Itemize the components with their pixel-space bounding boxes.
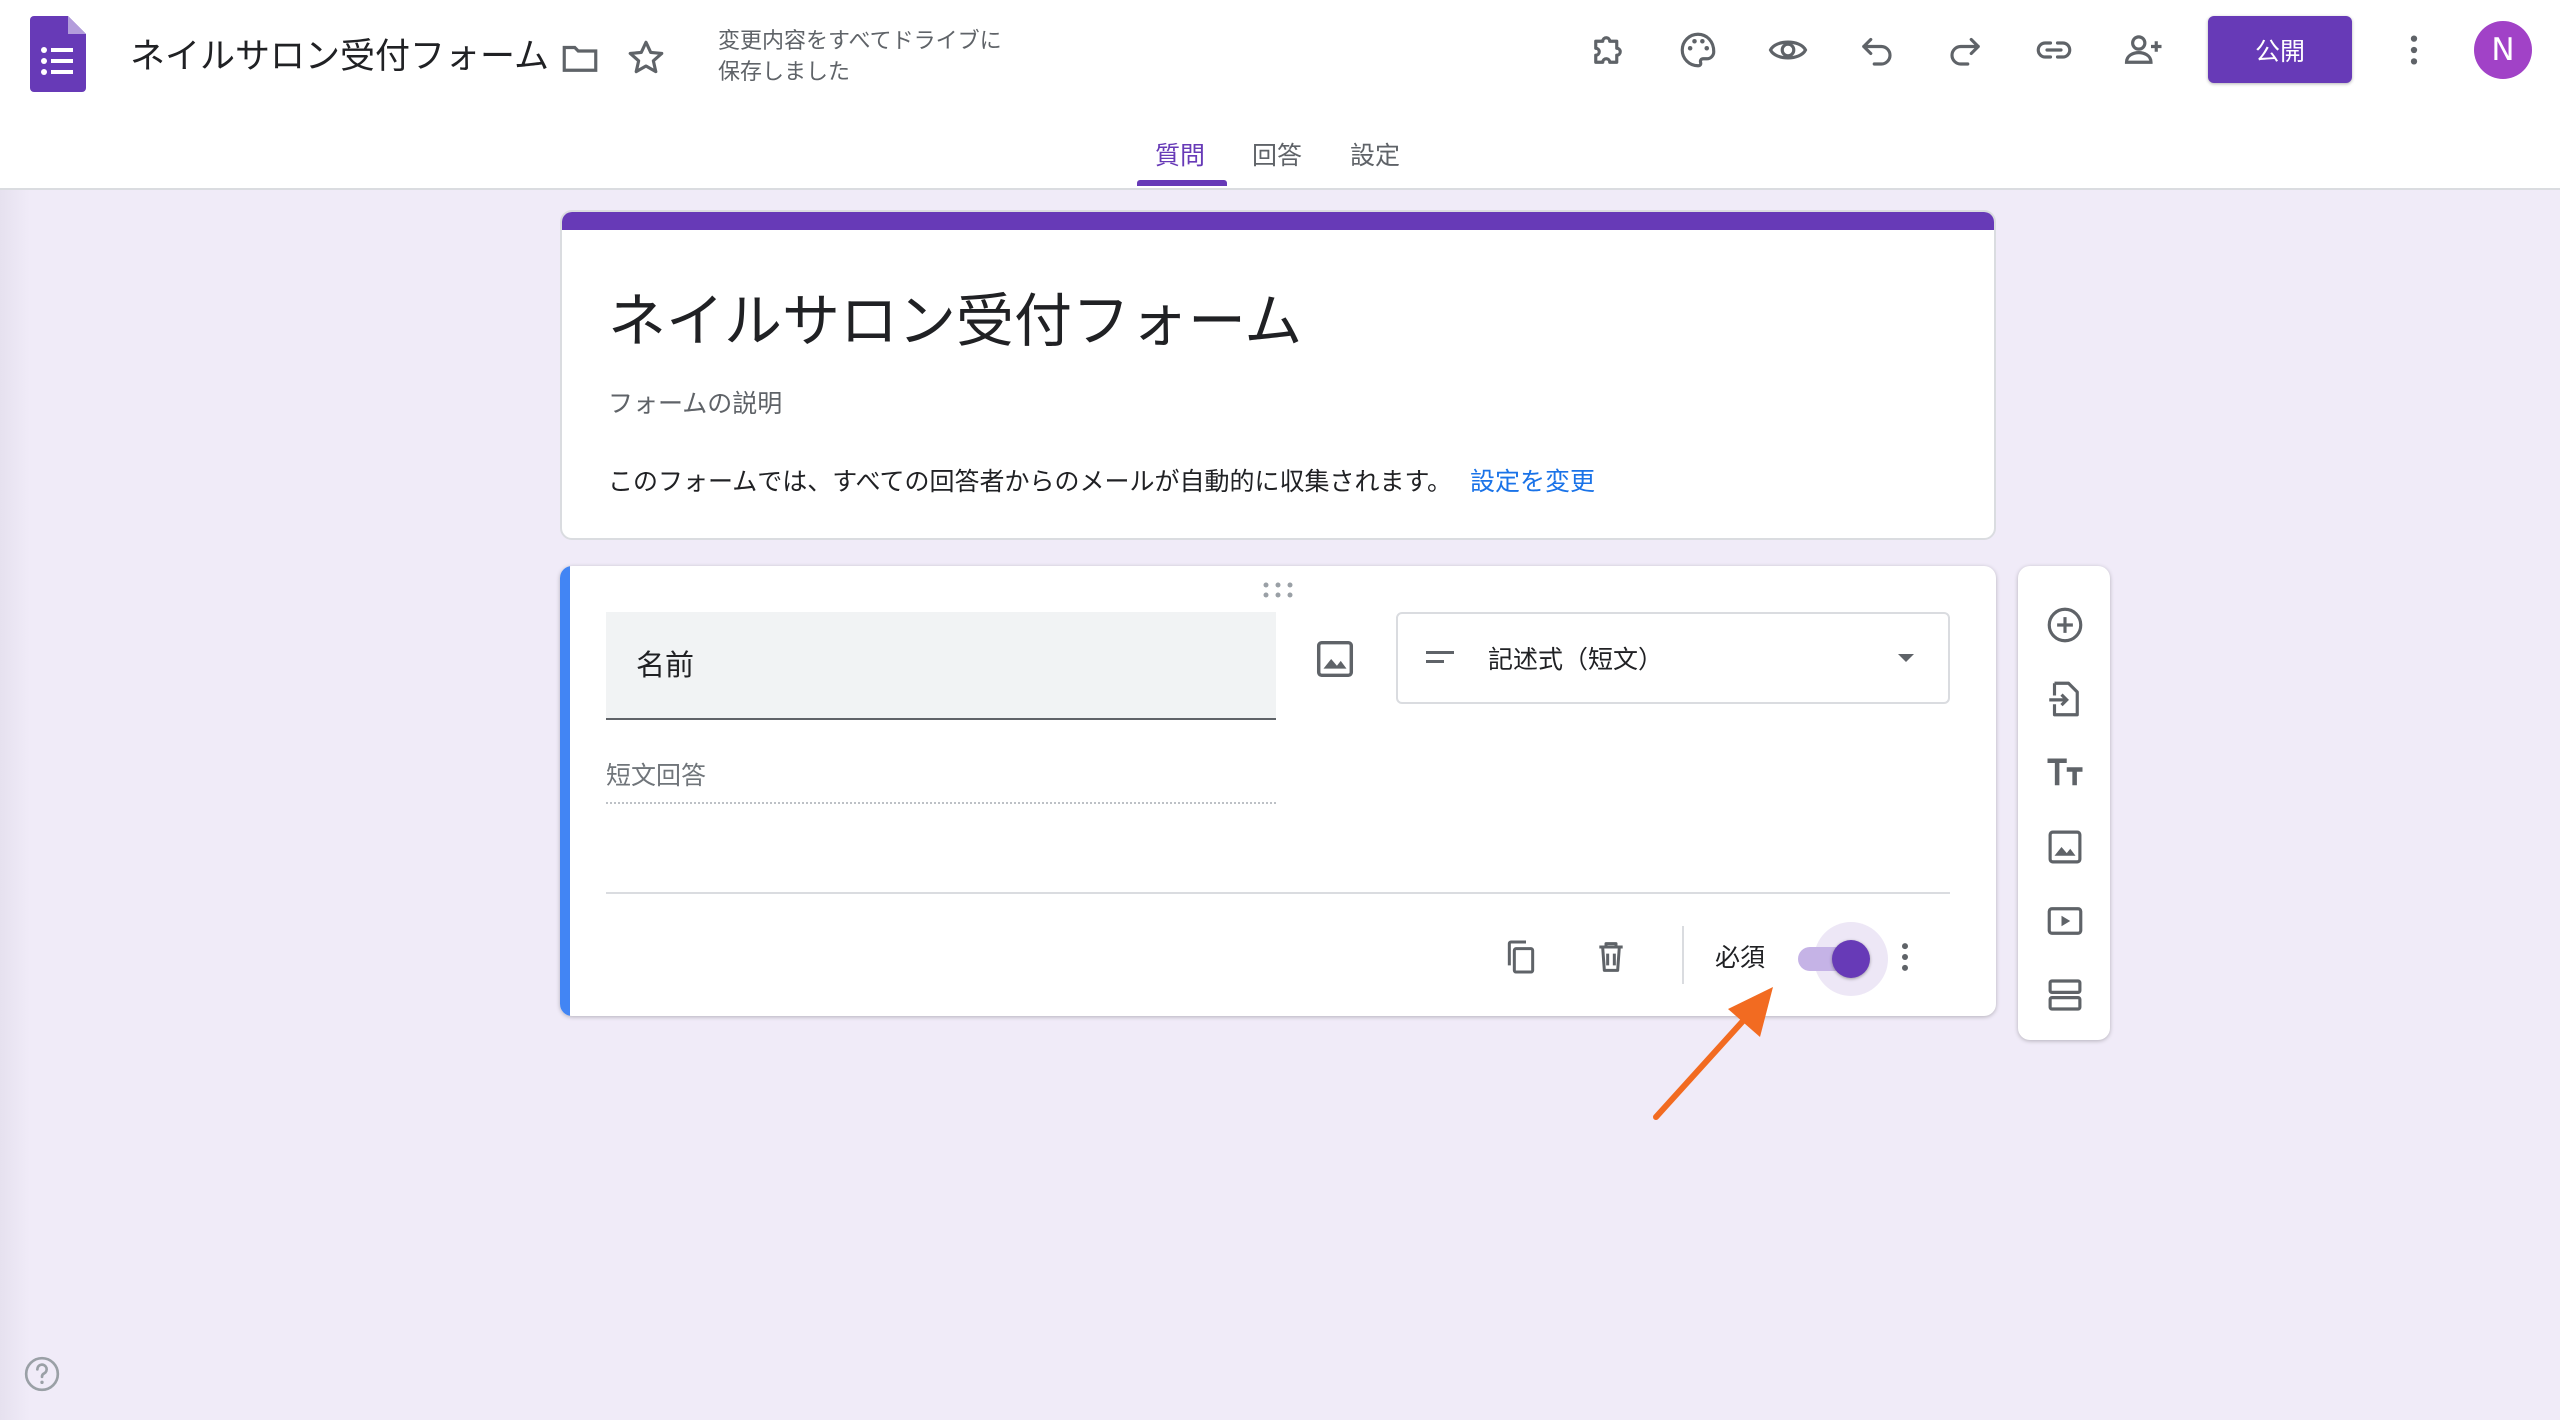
side-toolbar [2018,566,2110,1040]
save-status-line1: 変更内容をすべてドライブに [718,29,1002,54]
folder-icon[interactable] [554,32,606,84]
form-title[interactable]: ネイルサロン受付フォーム [608,274,1302,358]
preview-icon[interactable] [1762,24,1814,76]
star-icon[interactable] [620,32,672,84]
more-vert-icon[interactable] [2388,24,2440,76]
question-footer-divider [606,892,1950,894]
add-section-icon[interactable] [2042,972,2088,1018]
palette-icon[interactable] [1672,24,1724,76]
undo-icon[interactable] [1850,24,1902,76]
publish-button[interactable]: 公開 [2208,16,2352,83]
save-status: 変更内容をすべてドライブに 保存しました [718,26,1038,88]
toggle-thumb [1832,940,1870,978]
question-more-icon[interactable] [1880,932,1930,982]
add-image-icon[interactable] [2042,824,2088,870]
redo-icon[interactable] [1940,24,1992,76]
account-avatar[interactable]: N [2474,21,2532,79]
title-card-accent-bar [562,212,1994,230]
question-type-dropdown[interactable]: 記述式（短文） [1396,612,1950,704]
required-label: 必須 [1715,943,1766,972]
required-toggle[interactable] [1792,922,1888,996]
question-focus-bar [560,566,570,1016]
forms-logo-icon[interactable] [30,16,86,92]
annotation-arrow-icon [1640,975,1780,1125]
short-answer-placeholder: 短文回答 [606,756,1276,804]
add-title-icon[interactable] [2042,750,2088,796]
form-description-input[interactable]: フォームの説明 [608,384,782,420]
add-collaborator-icon[interactable] [2118,24,2170,76]
email-notice-text: このフォームでは、すべての回答者からのメールが自動的に収集されます。 [608,467,1453,496]
tab-questions[interactable]: 質問 [1155,136,1205,172]
question-type-label: 記述式（短文） [1488,645,1664,674]
left-edge-shade [0,190,30,1420]
active-tab-indicator [1137,180,1227,186]
delete-icon[interactable] [1586,932,1636,982]
change-settings-link[interactable]: 設定を変更 [1470,467,1595,496]
dropdown-arrow-icon [1898,654,1914,662]
help-icon[interactable] [22,1354,62,1394]
duplicate-icon[interactable] [1496,932,1546,982]
document-title[interactable]: ネイルサロン受付フォーム [130,28,549,79]
question-card[interactable]: 名前 記述式（短文） 短文回答 必須 [560,566,1996,1016]
drag-handle-icon[interactable] [1260,580,1296,600]
import-questions-icon[interactable] [2042,676,2088,722]
form-title-card: ネイルサロン受付フォーム フォームの説明 このフォームでは、すべての回答者からの… [560,210,1996,540]
addon-icon[interactable] [1582,24,1634,76]
tab-settings[interactable]: 設定 [1350,136,1400,172]
email-collection-notice: このフォームでは、すべての回答者からのメールが自動的に収集されます。 設定を変更 [608,462,1595,498]
link-icon[interactable] [2028,24,2080,76]
app-header: ネイルサロン受付フォーム 変更内容をすべてドライブに 保存しました 公開 N 質… [0,0,2560,190]
tab-responses[interactable]: 回答 [1252,136,1302,172]
question-title: 名前 [636,648,695,682]
question-title-input[interactable]: 名前 [606,612,1276,720]
add-video-icon[interactable] [2042,898,2088,944]
short-answer-icon [1426,651,1454,663]
save-status-line2: 保存しました [718,60,851,85]
add-question-icon[interactable] [2042,602,2088,648]
add-question-image-icon[interactable] [1312,636,1358,682]
